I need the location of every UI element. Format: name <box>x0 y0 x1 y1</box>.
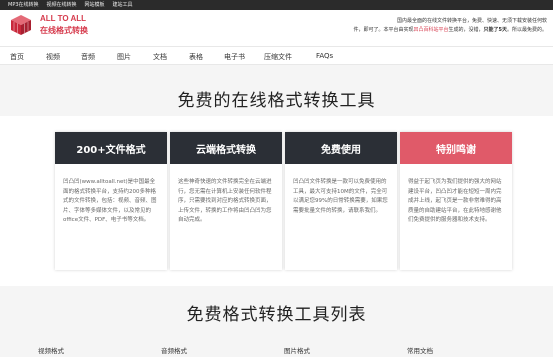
hero-title: 免费的在线格式转换工具 <box>177 91 376 111</box>
category-audio[interactable]: 音频格式 <box>161 345 187 355</box>
card-header: 特别鸣谢 <box>400 132 512 164</box>
feature-card-free: 免费使用 凹凸凹文件转换是一款可以免费使用的工具，最大可支持10M的文件，完全可… <box>285 132 397 270</box>
intro-text-a: 件，即可了。本平台由实现 <box>353 27 414 33</box>
card-body: 凹凸凹(www.alltoall.net)是中国最全面的格式转换平台，支持约20… <box>63 179 157 223</box>
intro-line-2: 件，即可了。本平台由实现凹凸百科站平台生成的，没错，只能了5天。所以最免费的。 <box>347 26 547 35</box>
card-body: 这些神奇快速的文件转换完全在云端进行，您无需在计算机上安装任何软件程序，只需要找… <box>178 179 272 223</box>
nav-item-spreadsheet[interactable]: 表格 <box>189 52 203 62</box>
intro-highlight-link[interactable]: 凹凸百科站平台 <box>413 27 448 33</box>
card-header: 云端格式转换 <box>170 132 282 164</box>
topbar-link-video[interactable]: 视频在线转换 <box>47 0 77 10</box>
logo-text-cn[interactable]: 在线格式转换 <box>40 25 88 36</box>
category-image[interactable]: 图片格式 <box>284 345 310 355</box>
nav-item-home[interactable]: 首页 <box>10 52 24 62</box>
card-body: 得益于起飞页为我们提供的强大的网站建设平台，凹凸凹才能在短短一周内完成并上线，起… <box>408 179 502 223</box>
feature-card-thanks: 特别鸣谢 得益于起飞页为我们提供的强大的网站建设平台，凹凸凹才能在短短一周内完成… <box>400 132 512 270</box>
intro-line-1: 国内最全面的在线文件转换平台，免费、快速、无须下载安装任何软 <box>396 18 547 24</box>
top-bar: MP3在线转换 视频在线转换 网站模板 建站工具 <box>0 0 553 10</box>
nav-item-audio[interactable]: 音频 <box>81 52 95 62</box>
nav-item-image[interactable]: 图片 <box>117 52 131 62</box>
feature-card-cloud: 云端格式转换 这些神奇快速的文件转换完全在云端进行，您无需在计算机上安装任何软件… <box>170 132 282 270</box>
intro-text-c: 。所以最免费的。 <box>506 27 547 33</box>
main-nav: 首页 视频 音频 图片 文档 表格 电子书 压缩文件 FAQs <box>0 46 553 65</box>
nav-item-document[interactable]: 文档 <box>153 52 167 62</box>
card-header: 200+文件格式 <box>55 132 167 164</box>
topbar-link-tools[interactable]: 建站工具 <box>113 0 133 10</box>
intro-bold-text: 只能了5天 <box>483 27 507 33</box>
tool-list-title: 免费格式转换工具列表 <box>186 305 367 325</box>
topbar-link-mp3[interactable]: MP3在线转换 <box>8 0 39 10</box>
category-documents[interactable]: 常用文档 <box>407 345 433 355</box>
feature-card-formats: 200+文件格式 凹凸凹(www.alltoall.net)是中国最全面的格式转… <box>55 132 167 270</box>
category-video[interactable]: 视频格式 <box>38 345 64 355</box>
topbar-link-templates[interactable]: 网站模板 <box>85 0 105 10</box>
logo-text-en[interactable]: ALL TO ALL <box>40 14 86 23</box>
nav-item-ebook[interactable]: 电子书 <box>224 52 245 62</box>
card-header: 免费使用 <box>285 132 397 164</box>
site-header: ALL TO ALL 在线格式转换 国内最全面的在线文件转换平台，免费、快速、无… <box>0 10 553 46</box>
site-intro: 国内最全面的在线文件转换平台，免费、快速、无须下载安装任何软 件，即可了。本平台… <box>347 17 547 35</box>
intro-text-b: 生成的，没错， <box>448 27 484 33</box>
nav-item-archive[interactable]: 压缩文件 <box>264 52 292 62</box>
logo-cube-icon[interactable] <box>10 14 32 36</box>
card-body: 凹凸凹文件转换是一款可以免费使用的工具，最大可支持10M的文件，完全可以满足您9… <box>293 179 388 214</box>
nav-item-faqs[interactable]: FAQs <box>316 52 333 60</box>
nav-item-video[interactable]: 视频 <box>46 52 60 62</box>
